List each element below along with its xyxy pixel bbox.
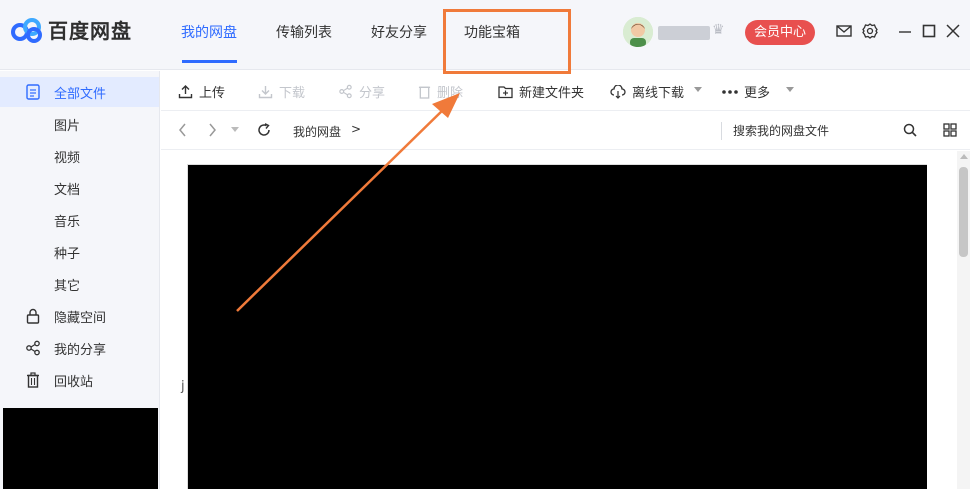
- path-bar: 我的网盘 >: [161, 112, 970, 150]
- breadcrumb-separator: >: [351, 122, 362, 136]
- refresh-icon[interactable]: [257, 123, 271, 137]
- sidebar: 全部文件 图片 视频 文档 音乐 种子 其它 隐藏空间 我的分享 回收站: [0, 71, 160, 489]
- offline-download-label: 离线下载: [632, 86, 685, 101]
- upload-button[interactable]: 上传: [178, 82, 225, 101]
- more-dropdown-caret[interactable]: [786, 87, 794, 92]
- more-dots-icon: [722, 89, 738, 94]
- sidebar-item-videos[interactable]: 视频: [0, 141, 159, 171]
- gear-icon[interactable]: [861, 22, 879, 40]
- vip-crown-icon: ♛: [712, 22, 725, 38]
- sidebar-item-others[interactable]: 其它: [0, 269, 159, 299]
- history-dropdown-icon[interactable]: [231, 127, 239, 133]
- upload-icon: [178, 85, 193, 99]
- download-icon: [258, 86, 273, 99]
- annotation-highlight-box: [443, 9, 571, 74]
- new-folder-label: 新建文件夹: [519, 86, 585, 101]
- sidebar-item-label: 文档: [54, 182, 81, 198]
- lock-icon: [25, 308, 41, 324]
- delete-button[interactable]: 删除: [418, 82, 463, 101]
- redacted-area: [3, 408, 158, 489]
- scrollbar[interactable]: [957, 151, 970, 489]
- redacted-file-list: [187, 164, 927, 489]
- scroll-up-icon[interactable]: [960, 154, 968, 159]
- tab-my-netdisk[interactable]: 我的网盘: [181, 22, 237, 42]
- share-icon: [339, 84, 352, 99]
- stray-text: j: [181, 379, 185, 394]
- close-icon[interactable]: [944, 22, 962, 40]
- sidebar-item-documents[interactable]: 文档: [0, 173, 159, 203]
- upload-label: 上传: [199, 86, 226, 101]
- more-button[interactable]: 更多: [722, 82, 770, 101]
- mail-icon[interactable]: [835, 22, 853, 40]
- app-logo: 百度网盘: [10, 15, 132, 44]
- sidebar-item-torrents[interactable]: 种子: [0, 237, 159, 267]
- sidebar-item-label: 音乐: [54, 214, 81, 230]
- new-folder-icon: [498, 85, 513, 98]
- sidebar-item-recycle-bin[interactable]: 回收站: [0, 365, 159, 395]
- tab-transfer-list[interactable]: 传输列表: [276, 22, 332, 42]
- search-input[interactable]: [733, 121, 893, 141]
- app-name: 百度网盘: [48, 19, 132, 43]
- file-icon: [25, 84, 41, 100]
- sidebar-item-label: 全部文件: [54, 86, 107, 102]
- breadcrumb[interactable]: 我的网盘: [293, 123, 341, 140]
- tab-friend-share[interactable]: 好友分享: [371, 22, 427, 42]
- cloud-logo-icon: [11, 17, 42, 43]
- maximize-icon[interactable]: [920, 22, 938, 40]
- username-blurred[interactable]: [658, 26, 710, 40]
- cloud-download-icon: [610, 84, 626, 99]
- share-icon: [25, 340, 41, 356]
- avatar[interactable]: [623, 17, 653, 47]
- sidebar-item-label: 种子: [54, 246, 81, 262]
- download-label: 下载: [279, 86, 306, 101]
- share-label: 分享: [359, 86, 386, 101]
- sidebar-item-all-files[interactable]: 全部文件: [0, 77, 159, 107]
- back-arrow-icon[interactable]: [177, 122, 189, 138]
- avatar-image: [623, 17, 653, 47]
- sidebar-item-label: 视频: [54, 150, 81, 166]
- share-button[interactable]: 分享: [338, 82, 385, 101]
- download-button[interactable]: 下载: [258, 82, 305, 101]
- new-folder-button[interactable]: 新建文件夹: [498, 82, 584, 101]
- sidebar-item-label: 我的分享: [54, 342, 107, 358]
- sidebar-item-hidden-space[interactable]: 隐藏空间: [0, 301, 159, 331]
- grid-view-icon[interactable]: [943, 123, 957, 137]
- scroll-thumb[interactable]: [959, 167, 968, 257]
- more-label: 更多: [744, 86, 771, 101]
- divider: [721, 122, 722, 140]
- toolbar: 上传 下载 分享 删除 新建文件夹 离线下载 更多: [161, 71, 970, 111]
- offline-download-button[interactable]: 离线下载: [610, 82, 684, 101]
- active-tab-indicator: [182, 60, 237, 63]
- sidebar-item-label: 隐藏空间: [54, 310, 107, 326]
- sidebar-item-images[interactable]: 图片: [0, 109, 159, 139]
- delete-label: 删除: [437, 86, 464, 101]
- file-list-area: j: [161, 151, 957, 489]
- search-icon[interactable]: [903, 123, 917, 137]
- sidebar-item-label: 回收站: [54, 374, 94, 390]
- top-bar: 百度网盘 我的网盘 传输列表 好友分享 功能宝箱 ♛ 会员中心: [0, 0, 970, 74]
- sidebar-item-label: 其它: [54, 278, 81, 294]
- vip-center-button[interactable]: 会员中心: [745, 20, 815, 45]
- sidebar-item-music[interactable]: 音乐: [0, 205, 159, 235]
- sidebar-item-label: 图片: [54, 118, 81, 134]
- minimize-icon[interactable]: [896, 22, 914, 40]
- sidebar-item-my-shares[interactable]: 我的分享: [0, 333, 159, 363]
- trash-icon: [418, 86, 431, 99]
- baidu-netdisk-window: 百度网盘 我的网盘 传输列表 好友分享 功能宝箱 ♛ 会员中心 全部文件 图片 …: [0, 0, 970, 489]
- offline-download-dropdown-caret[interactable]: [694, 87, 702, 92]
- trash-icon: [25, 372, 41, 388]
- forward-arrow-icon[interactable]: [206, 122, 218, 138]
